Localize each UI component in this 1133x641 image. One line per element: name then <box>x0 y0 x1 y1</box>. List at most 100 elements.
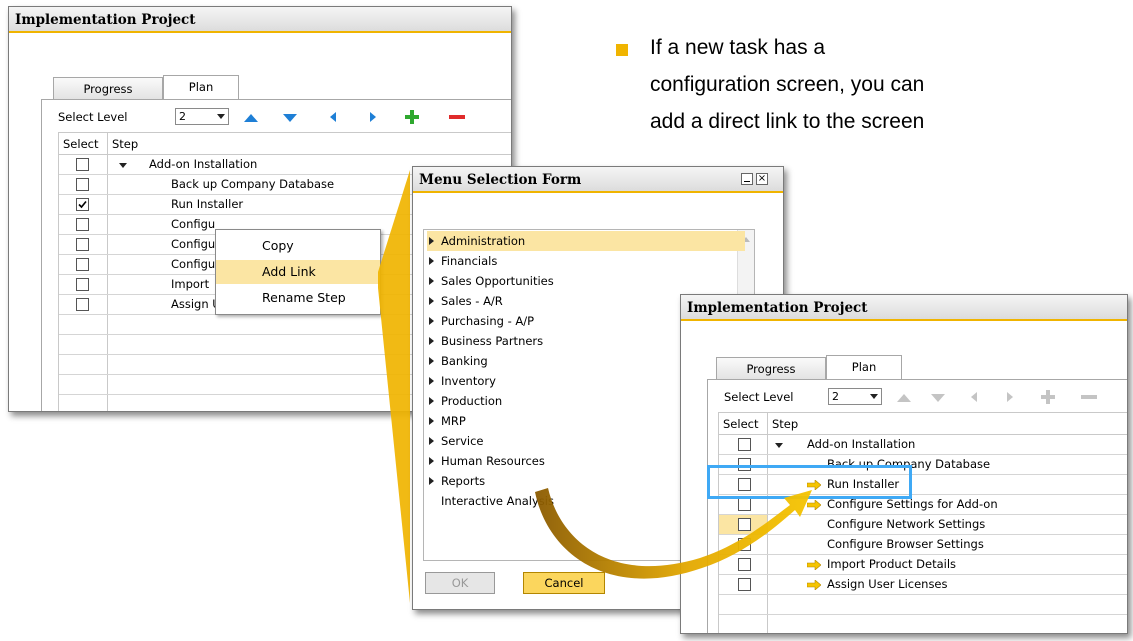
tab-plan[interactable]: Plan <box>826 355 902 379</box>
menu-item-add-link[interactable]: Add Link <box>216 260 380 284</box>
step-name: Back up Company Database <box>171 177 335 191</box>
step-name: Run Installer <box>171 197 244 211</box>
menu-item-rename-step[interactable]: Rename Step <box>216 286 380 310</box>
expand-arrow-icon <box>429 477 434 485</box>
header-select: Select <box>723 417 759 431</box>
row-checkbox[interactable] <box>76 238 89 251</box>
row-checkbox[interactable] <box>76 278 89 291</box>
add-step-icon[interactable] <box>404 109 420 125</box>
add-step-icon[interactable] <box>1040 389 1056 405</box>
menu-item-administration[interactable]: Administration <box>427 231 745 251</box>
link-arrow-icon[interactable] <box>807 500 821 510</box>
row-checkbox[interactable] <box>738 498 751 511</box>
move-down-icon[interactable] <box>282 112 298 124</box>
row-checkbox[interactable] <box>76 258 89 271</box>
table-row[interactable]: Assign User Licenses <box>719 575 1127 595</box>
window-title: Implementation Project <box>681 295 1127 321</box>
row-checkbox[interactable] <box>738 558 751 571</box>
header-step: Step <box>112 137 139 151</box>
step-name: Configure Browser Settings <box>827 537 984 551</box>
plan-panel: Select Level 2 Select Step Add-on Instal… <box>707 379 1127 633</box>
expand-arrow-icon <box>429 317 434 325</box>
move-down-icon[interactable] <box>930 392 946 404</box>
checkmark-icon <box>78 200 87 209</box>
remove-step-icon[interactable] <box>448 111 466 123</box>
tab-progress[interactable]: Progress <box>716 357 826 379</box>
row-checkbox[interactable] <box>738 518 751 531</box>
move-right-icon[interactable] <box>365 111 381 123</box>
expand-arrow-icon <box>429 457 434 465</box>
step-name: Assign User Licenses <box>827 577 948 591</box>
row-checkbox[interactable] <box>738 578 751 591</box>
select-level-value: 2 <box>179 110 186 123</box>
header-step: Step <box>772 417 799 431</box>
step-name: Import <box>171 277 210 291</box>
minimize-icon[interactable] <box>741 173 753 185</box>
chevron-down-icon <box>217 114 225 119</box>
row-checkbox[interactable] <box>76 218 89 231</box>
context-menu: Copy Add Link Rename Step <box>215 229 381 315</box>
expand-arrow-icon <box>429 257 434 265</box>
expand-arrow-icon <box>429 297 434 305</box>
expand-icon[interactable] <box>119 163 127 168</box>
step-name: Add-on Installation <box>807 437 916 451</box>
grid-header: Select Step <box>59 133 511 155</box>
expand-icon[interactable] <box>775 443 783 448</box>
row-checkbox[interactable] <box>76 298 89 311</box>
row-checkbox[interactable] <box>76 178 89 191</box>
table-row[interactable]: Configure Browser Settings <box>719 535 1127 555</box>
select-level-combo[interactable]: 2 <box>175 108 229 125</box>
steps-grid: Select Step Add-on Installation Back up … <box>718 412 1127 633</box>
move-up-icon[interactable] <box>243 112 259 124</box>
table-row[interactable]: Add-on Installation <box>719 435 1127 455</box>
expand-arrow-icon <box>429 337 434 345</box>
callout-line-3: add a direct link to the screen <box>650 110 925 133</box>
table-row-empty <box>719 595 1127 615</box>
row-checkbox[interactable] <box>738 538 751 551</box>
step-name: Configu <box>171 217 216 231</box>
link-arrow-icon[interactable] <box>807 560 821 570</box>
move-left-icon[interactable] <box>325 111 341 123</box>
table-row[interactable]: Configure Network Settings <box>719 515 1127 535</box>
implementation-project-window-result: Implementation Project Progress Plan Sel… <box>680 294 1128 634</box>
menu-item-sales-opportunities[interactable]: Sales Opportunities <box>427 271 745 291</box>
expand-arrow-icon <box>429 417 434 425</box>
link-arrow-icon[interactable] <box>807 580 821 590</box>
move-up-icon[interactable] <box>896 392 912 404</box>
grid-header: Select Step <box>719 413 1127 435</box>
select-level-label: Select Level <box>724 390 794 404</box>
menu-item-copy[interactable]: Copy <box>216 234 380 258</box>
step-name: Import Product Details <box>827 557 957 571</box>
expand-arrow-icon <box>429 277 434 285</box>
move-left-icon[interactable] <box>966 391 982 403</box>
menu-form-title: Menu Selection Form <box>413 167 783 193</box>
row-checkbox[interactable] <box>738 438 751 451</box>
step-name: Configure Settings for Add-on <box>827 497 998 511</box>
table-row[interactable]: Import Product Details <box>719 555 1127 575</box>
cancel-button[interactable]: Cancel <box>523 572 605 594</box>
remove-step-icon[interactable] <box>1080 391 1098 403</box>
close-icon[interactable]: × <box>756 173 768 185</box>
expand-arrow-icon <box>429 377 434 385</box>
chevron-down-icon <box>870 394 878 399</box>
expand-arrow-icon <box>429 397 434 405</box>
focus-highlight-box <box>707 465 912 499</box>
expand-arrow-icon <box>429 237 434 245</box>
bullet-marker <box>616 44 628 56</box>
menu-item-financials[interactable]: Financials <box>427 251 745 271</box>
row-checkbox[interactable] <box>76 158 89 171</box>
step-name: Add-on Installation <box>149 157 258 171</box>
select-level-combo[interactable]: 2 <box>828 388 882 405</box>
window-title: Implementation Project <box>9 7 511 33</box>
callout-line-1: If a new task has a <box>650 36 826 59</box>
step-name: Configu <box>171 257 216 271</box>
step-name: Configure Network Settings <box>827 517 986 531</box>
tab-plan[interactable]: Plan <box>163 75 239 99</box>
tab-progress[interactable]: Progress <box>53 77 163 99</box>
expand-arrow-icon <box>429 357 434 365</box>
select-level-value: 2 <box>832 390 839 403</box>
row-checkbox-checked[interactable] <box>76 198 89 211</box>
move-right-icon[interactable] <box>1002 391 1018 403</box>
ok-button[interactable]: OK <box>425 572 495 594</box>
minimize-bar <box>744 181 750 182</box>
